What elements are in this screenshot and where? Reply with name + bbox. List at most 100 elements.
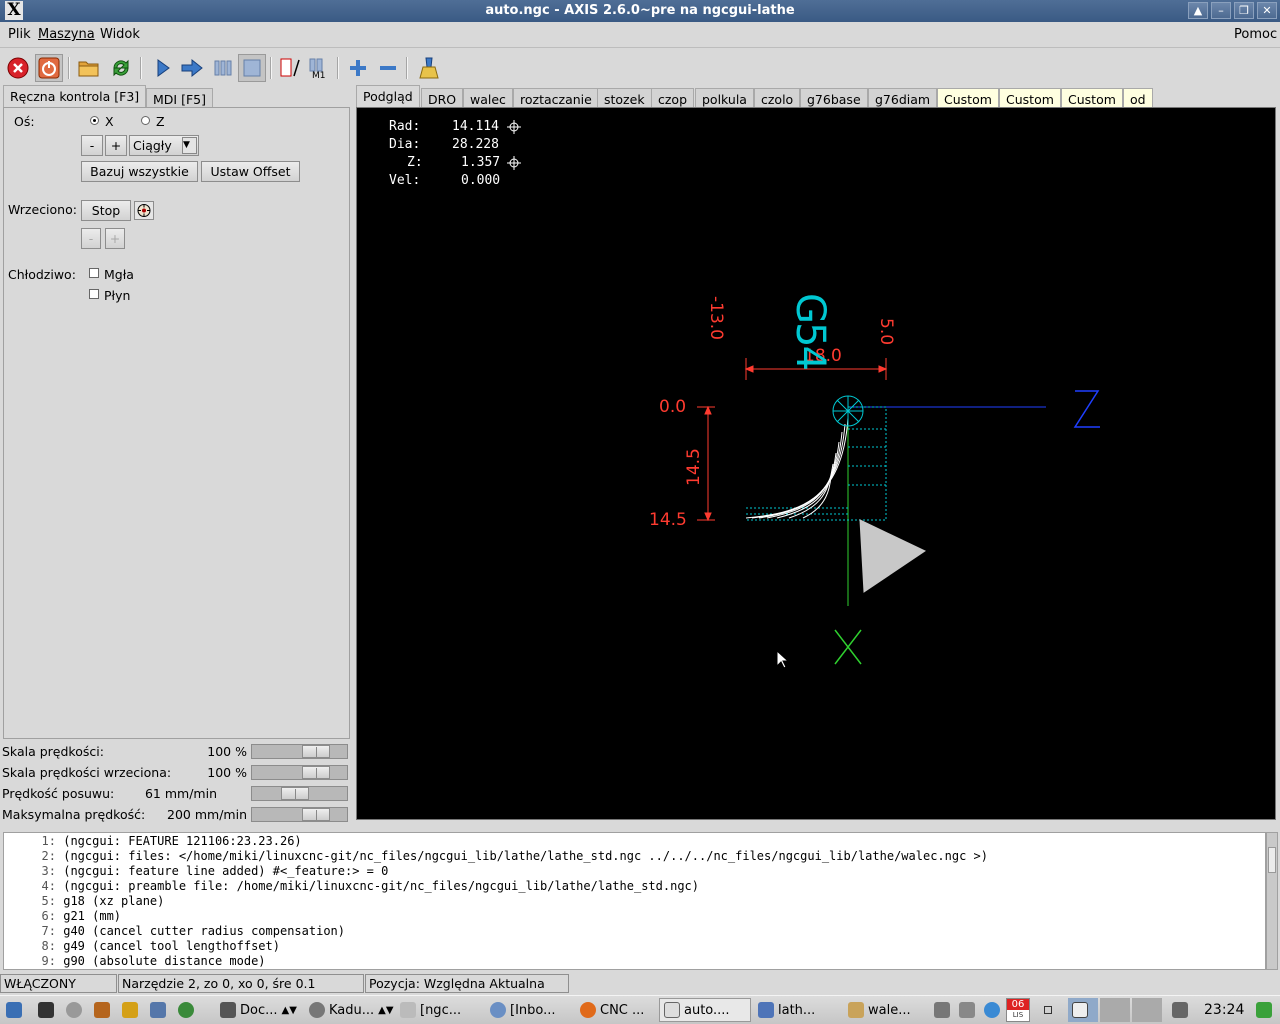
max-velocity-slider[interactable]: [251, 807, 348, 822]
gcode-line[interactable]: 6: g21 (mm): [4, 909, 121, 924]
jog-minus-button[interactable]: -: [81, 135, 103, 156]
clock[interactable]: 23:24: [1200, 998, 1248, 1022]
gcode-line[interactable]: 5: g18 (xz plane): [4, 894, 165, 909]
gcode-line[interactable]: 3: (ngcgui: feature line added) #<_featu…: [4, 864, 389, 879]
gcode-line[interactable]: 9: g90 (absolute distance mode): [4, 954, 266, 969]
machine-power-button[interactable]: [35, 54, 63, 82]
tray-volume[interactable]: [955, 998, 979, 1022]
quicklaunch-tools[interactable]: [90, 998, 114, 1022]
estop-button[interactable]: [4, 54, 32, 82]
chevron-down-icon[interactable]: ▼: [182, 137, 197, 154]
maximize-button[interactable]: ❐: [1234, 2, 1254, 19]
tab-roztaczanie[interactable]: roztaczanie: [513, 88, 599, 109]
task-kadu[interactable]: Kadu... ▲▼: [305, 998, 398, 1022]
task-doc[interactable]: Doc... ▲▼: [216, 998, 301, 1022]
mist-checkbox[interactable]: [89, 268, 99, 278]
open-file-button[interactable]: [75, 54, 103, 82]
pager-desktop-3[interactable]: [1132, 998, 1162, 1022]
slider-handle[interactable]: [302, 745, 330, 758]
reload-button[interactable]: [107, 54, 135, 82]
task-lathe[interactable]: lath...: [754, 998, 819, 1022]
quicklaunch-linuxcnc[interactable]: [118, 998, 142, 1022]
gcode-line[interactable]: 2: (ngcgui: files: </home/miki/linuxcnc-…: [4, 849, 988, 864]
set-offset-button[interactable]: Ustaw Offset: [201, 161, 300, 182]
tab-custom-1[interactable]: Custom: [937, 88, 999, 109]
optional-stop-button[interactable]: M1: [305, 54, 333, 82]
axis-z-radio[interactable]: [141, 116, 150, 125]
minimize-button[interactable]: –: [1211, 2, 1231, 19]
home-all-button[interactable]: Bazuj wszystkie: [81, 161, 198, 182]
task-inbox[interactable]: [Inbo...: [486, 998, 560, 1022]
quicklaunch-settings[interactable]: [62, 998, 86, 1022]
start-menu-button[interactable]: [2, 998, 26, 1022]
tab-custom-2[interactable]: Custom: [999, 88, 1061, 109]
shade-button[interactable]: ▲: [1188, 2, 1208, 19]
clear-plot-button[interactable]: [415, 54, 443, 82]
tab-g76base[interactable]: g76base: [800, 88, 868, 109]
tab-custom-3[interactable]: Custom: [1061, 88, 1123, 109]
spindle-override-slider[interactable]: [251, 765, 348, 780]
axis-x-radio[interactable]: [90, 116, 99, 125]
block-delete-button[interactable]: [276, 54, 304, 82]
zoom-out-button[interactable]: [374, 54, 402, 82]
tray-run[interactable]: [1252, 998, 1276, 1022]
task-walec[interactable]: wale...: [844, 998, 915, 1022]
spindle-brake-button[interactable]: [134, 201, 154, 220]
zoom-in-button[interactable]: [344, 54, 372, 82]
menu-file[interactable]: Plik: [8, 27, 31, 42]
tab-czolo[interactable]: czolo: [754, 88, 801, 109]
step-button[interactable]: [178, 54, 206, 82]
tab-preview[interactable]: Podgląd: [356, 85, 420, 109]
tray-network[interactable]: [930, 998, 954, 1022]
stop-button[interactable]: [238, 54, 266, 82]
gcode-scrollbar[interactable]: [1266, 832, 1278, 970]
slider-handle[interactable]: [281, 787, 309, 800]
tab-dro[interactable]: DRO: [421, 88, 464, 109]
slider-handle[interactable]: [302, 808, 330, 821]
menu-help[interactable]: Pomoc: [1234, 27, 1277, 42]
tab-czop[interactable]: czop: [651, 88, 695, 109]
tab-od[interactable]: od: [1123, 88, 1153, 109]
gcode-listing[interactable]: 1: (ngcgui: FEATURE 121106:23.23.26) 2: …: [3, 832, 1266, 970]
quicklaunch-files[interactable]: [146, 998, 170, 1022]
quicklaunch-terminal[interactable]: [34, 998, 58, 1022]
run-button[interactable]: [148, 54, 176, 82]
jog-speed-slider[interactable]: [251, 786, 348, 801]
tray-workspace[interactable]: [1040, 998, 1056, 1022]
menu-view[interactable]: Widok: [100, 27, 140, 42]
feed-override-slider[interactable]: [251, 744, 348, 759]
quicklaunch-browser[interactable]: [174, 998, 198, 1022]
gcode-line[interactable]: 7: g40 (cancel cutter radius compensatio…: [4, 924, 345, 939]
task-cnc[interactable]: CNC ...: [576, 998, 648, 1022]
task-auto[interactable]: auto....: [659, 998, 751, 1022]
pager-desktop-1[interactable]: [1068, 998, 1098, 1022]
menu-machine[interactable]: Maszyna: [38, 27, 95, 42]
jog-plus-button[interactable]: +: [105, 135, 127, 156]
gcode-line[interactable]: 1: (ngcgui: FEATURE 121106:23.23.26): [4, 834, 302, 849]
scrollbar-thumb[interactable]: [1268, 847, 1276, 873]
gcode-line[interactable]: 8: g49 (cancel tool lengthoffset): [4, 939, 280, 954]
tray-screenshot[interactable]: [1168, 998, 1192, 1022]
toolpath-preview[interactable]: Rad: 14.114 Dia: 28.228 Z: 1.357 Vel: 0.…: [356, 107, 1276, 820]
task-ngc[interactable]: [ngc...: [396, 998, 465, 1022]
pause-button[interactable]: [208, 54, 236, 82]
slider-handle[interactable]: [302, 766, 330, 779]
gcode-line[interactable]: 4: (ngcgui: preamble file: /home/miki/li…: [4, 879, 699, 894]
close-window-button[interactable]: ✕: [1257, 2, 1277, 19]
spindle-stop-button[interactable]: Stop: [81, 200, 131, 221]
tray-bluetooth[interactable]: [980, 998, 1004, 1022]
tray-calendar[interactable]: 06 LIS: [1006, 998, 1030, 1022]
tab-walec[interactable]: walec: [463, 88, 513, 109]
pager-desktop-2[interactable]: [1100, 998, 1130, 1022]
block-delete-icon: [280, 58, 300, 77]
tab-mdi[interactable]: MDI [F5]: [146, 88, 213, 109]
tab-manual-control[interactable]: Ręczna kontrola [F3]: [3, 85, 147, 109]
spindle-plus-button[interactable]: +: [105, 228, 125, 249]
jog-mode-select[interactable]: Ciągły ▼: [129, 135, 199, 156]
tab-polkula[interactable]: polkula: [695, 88, 754, 109]
tab-g76diam[interactable]: g76diam: [868, 88, 938, 109]
flood-checkbox[interactable]: [89, 289, 99, 299]
jog-speed-label: Prędkość posuwu:: [2, 786, 115, 801]
spindle-minus-button[interactable]: -: [81, 228, 101, 249]
tab-stozek[interactable]: stozek: [597, 88, 652, 109]
